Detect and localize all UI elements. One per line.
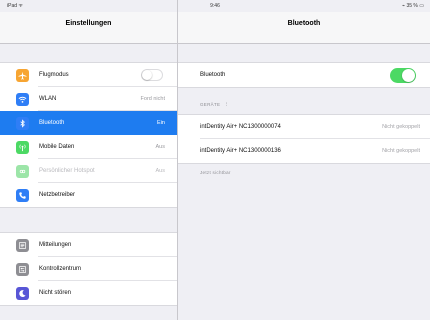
antenna-icon (16, 140, 29, 154)
sidebar-item-label: WLAN (39, 96, 57, 102)
sidebar-group-system: Mitteilungen Kontrollzentrum Nicht stören (0, 232, 177, 306)
sidebar-item-nicht-storen[interactable]: Nicht stören (0, 281, 177, 305)
wifi-icon (16, 92, 29, 106)
control-center-icon (16, 262, 29, 276)
sidebar-group-connectivity: Flugmodus WLAN Ford nicht Bluetooth Ein Mobil… (0, 62, 177, 208)
sidebar-item-label: Nicht stören (39, 290, 72, 296)
sidebar-item-mobile-daten[interactable]: Mobile Daten Aus (0, 135, 177, 159)
settings-sidebar: Einstellungen Flugmodus WLAN Ford nicht Blu… (0, 0, 178, 320)
bluetooth-toggle-group: Bluetooth (178, 62, 430, 88)
phone-icon (16, 188, 29, 202)
ipad-settings-screen: Einstellungen Flugmodus WLAN Ford nicht Blu… (0, 0, 430, 320)
battery-indicator: ⌁ 35 % ▭ (402, 3, 424, 9)
sidebar-item-label: Flugmodus (39, 72, 69, 78)
detail-header (178, 12, 430, 44)
sidebar-item-personlicher-hotspot[interactable]: Persönlicher Hotspot Aus (0, 159, 177, 183)
bluetooth-toggle-label: Bluetooth (200, 72, 226, 78)
bluetooth-detail-pane: Bluetooth Bluetooth GERÄTE ⁝ intDentity … (178, 0, 430, 320)
sidebar-item-mitteilungen[interactable]: Mitteilungen (0, 233, 177, 257)
sidebar-item-label: Netzbetreiber (39, 192, 76, 198)
moon-icon (16, 286, 29, 300)
notifications-icon (16, 238, 29, 252)
sidebar-item-bluetooth[interactable]: Bluetooth Ein (0, 111, 177, 135)
sidebar-item-value: Ein (157, 120, 165, 126)
sidebar-item-kontrollzentrum[interactable]: Kontrollzentrum (0, 257, 177, 281)
toggle-knob (402, 68, 415, 82)
sidebar-header (0, 12, 177, 44)
devices-header-label: GERÄTE (200, 102, 221, 107)
airplane-mode-toggle[interactable] (141, 69, 163, 81)
sidebar-item-value: Aus (155, 144, 165, 150)
hotspot-icon (16, 164, 29, 178)
devices-list: intDentity Air+ NC1300000074 Nicht gekopp… (178, 114, 430, 164)
bluetooth-toggle-switch[interactable] (390, 67, 416, 83)
bluetooth-icon (16, 116, 29, 130)
sidebar-item-label: Kontrollzentrum (39, 266, 82, 272)
device-row[interactable]: intDentity Air+ NC1300000074 Nicht gekopp… (178, 115, 430, 139)
device-status: Nicht gekoppelt (382, 148, 420, 154)
visibility-note: Jetzt sichtbar (200, 170, 231, 175)
device-name: intDentity Air+ NC1300000136 (200, 148, 281, 154)
sidebar-item-label: Mobile Daten (39, 144, 75, 150)
device-row[interactable]: intDentity Air+ NC1300000136 Nicht gekopp… (178, 139, 430, 163)
detail-title: Bluetooth (287, 20, 321, 27)
device-name: intDentity Air+ NC1300000074 (200, 124, 281, 130)
sidebar-item-value: Ford nicht (140, 96, 165, 102)
bluetooth-toggle-row[interactable]: Bluetooth (178, 63, 430, 87)
sidebar-item-wlan[interactable]: WLAN Ford nicht (0, 87, 177, 111)
airplane-icon (16, 68, 29, 82)
sidebar-item-label: Persönlicher Hotspot (39, 168, 95, 174)
sidebar-item-value: Aus (155, 168, 165, 174)
sidebar-title: Einstellungen (65, 20, 112, 27)
sidebar-item-label: Bluetooth (39, 120, 65, 126)
clock-label: 9:46 (210, 3, 220, 9)
sidebar-item-netzbetreiber[interactable]: Netzbetreiber (0, 183, 177, 207)
device-status: Nicht gekoppelt (382, 124, 420, 130)
loading-spinner-icon: ⁝ (225, 102, 228, 108)
devices-section-header: GERÄTE ⁝ (200, 102, 228, 108)
toggle-knob (142, 70, 152, 80)
sidebar-item-label: Mitteilungen (39, 242, 72, 248)
status-bar: iPad ᯤ 9:46 ⌁ 35 % ▭ (0, 0, 430, 12)
sidebar-item-flugmodus[interactable]: Flugmodus (0, 63, 177, 87)
